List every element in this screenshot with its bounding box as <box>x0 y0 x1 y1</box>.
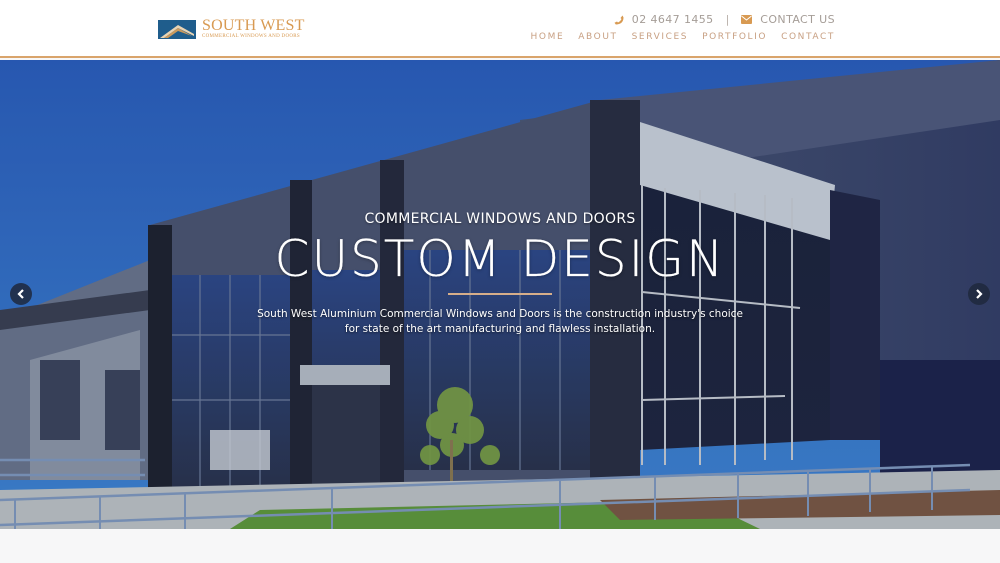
nav-contact[interactable]: CONTACT <box>781 32 835 42</box>
nav-about[interactable]: ABOUT <box>578 32 617 42</box>
logo-subtitle: Commercial Windows and Doors <box>202 34 300 39</box>
slider-prev-button[interactable] <box>10 283 32 305</box>
nav-home[interactable]: HOME <box>531 32 565 42</box>
below-fold-section <box>0 529 1000 563</box>
logo-title: SOUTH WEST <box>202 17 305 34</box>
hero-headline: CUSTOM DESIGN <box>274 230 726 288</box>
phone-icon <box>614 15 624 25</box>
contact-us-link[interactable]: CONTACT US <box>760 13 835 26</box>
hero-kicker: COMMERCIAL WINDOWS AND DOORS <box>364 211 636 227</box>
hero-caption: COMMERCIAL WINDOWS AND DOORS CUSTOM DESI… <box>0 60 1000 529</box>
phone-number-link[interactable]: 02 4647 1455 <box>632 13 714 26</box>
nav-services[interactable]: SERVICES <box>632 32 688 42</box>
logo-link[interactable]: SOUTH WEST Commercial Windows and Doors <box>158 17 308 43</box>
logo-roof-icon <box>158 20 196 39</box>
chevron-left-icon <box>17 289 24 299</box>
nav-portfolio[interactable]: PORTFOLIO <box>702 32 767 42</box>
slider-next-button[interactable] <box>968 283 990 305</box>
envelope-icon <box>741 15 753 24</box>
contact-separator: | <box>725 13 730 26</box>
contact-bar: 02 4647 1455 | CONTACT US <box>614 13 835 26</box>
hero-slider: COMMERCIAL WINDOWS AND DOORS CUSTOM DESI… <box>0 60 1000 529</box>
site-header: SOUTH WEST Commercial Windows and Doors … <box>0 0 1000 58</box>
chevron-right-icon <box>976 289 983 299</box>
main-nav: HOME ABOUT SERVICES PORTFOLIO CONTACT <box>531 32 835 42</box>
hero-divider <box>448 293 552 295</box>
hero-description: South West Aluminium Commercial Windows … <box>257 308 743 335</box>
